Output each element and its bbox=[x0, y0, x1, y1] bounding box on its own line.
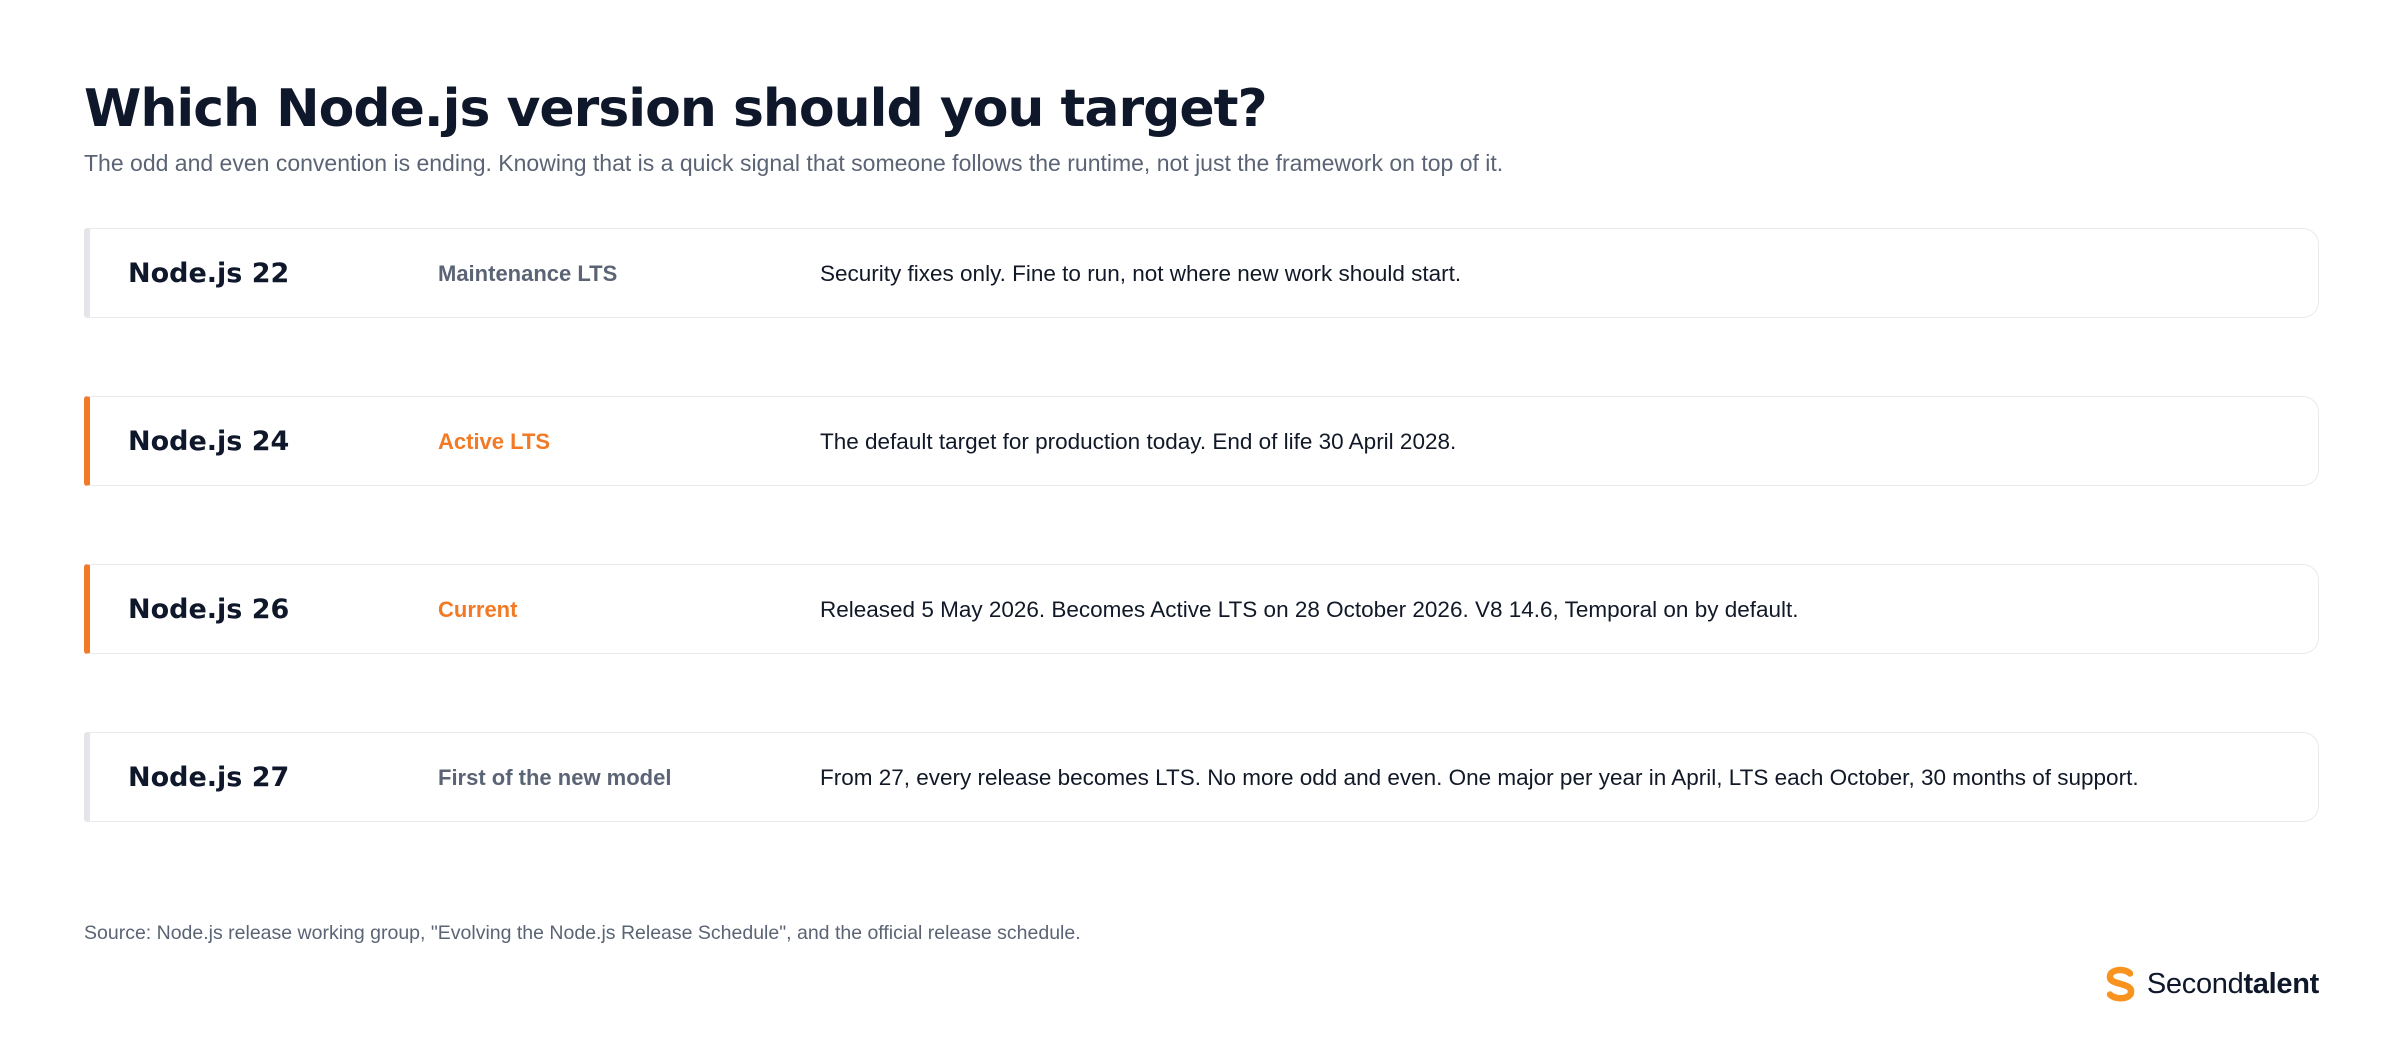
version-description: The default target for production today.… bbox=[820, 429, 1457, 454]
source-note: Source: Node.js release working group, "… bbox=[84, 922, 1081, 944]
status-label: First of the new model bbox=[438, 765, 672, 790]
brand-logo: Secondtalent bbox=[2103, 964, 2319, 1004]
brand-name-light: Second bbox=[2146, 968, 2244, 1000]
version-row-27: Node.js 27 First of the new model From 2… bbox=[84, 732, 2319, 822]
status-label: Maintenance LTS bbox=[438, 261, 618, 286]
version-description: Released 5 May 2026. Becomes Active LTS … bbox=[820, 597, 1799, 622]
secondtalent-logo-icon bbox=[2106, 966, 2135, 1002]
version-description: From 27, every release becomes LTS. No m… bbox=[820, 765, 2139, 790]
version-row-26: Node.js 26 Current Released 5 May 2026. … bbox=[84, 564, 2319, 654]
version-row-22: Node.js 22 Maintenance LTS Security fixe… bbox=[84, 228, 2319, 318]
status-label: Current bbox=[438, 597, 518, 622]
version-label: Node.js 27 bbox=[128, 762, 290, 793]
page-title: Which Node.js version should you target? bbox=[84, 79, 1268, 139]
brand-name: Secondtalent bbox=[2147, 964, 2319, 1004]
status-label: Active LTS bbox=[438, 429, 551, 454]
version-label: Node.js 24 bbox=[128, 426, 290, 457]
version-description: Security fixes only. Fine to run, not wh… bbox=[820, 261, 1462, 286]
brand-name-bold: talent bbox=[2243, 968, 2319, 1000]
version-row-24: Node.js 24 Active LTS The default target… bbox=[84, 396, 2319, 486]
version-label: Node.js 22 bbox=[128, 258, 290, 289]
version-label: Node.js 26 bbox=[128, 594, 290, 625]
page-subtitle: The odd and even convention is ending. K… bbox=[84, 150, 1504, 176]
